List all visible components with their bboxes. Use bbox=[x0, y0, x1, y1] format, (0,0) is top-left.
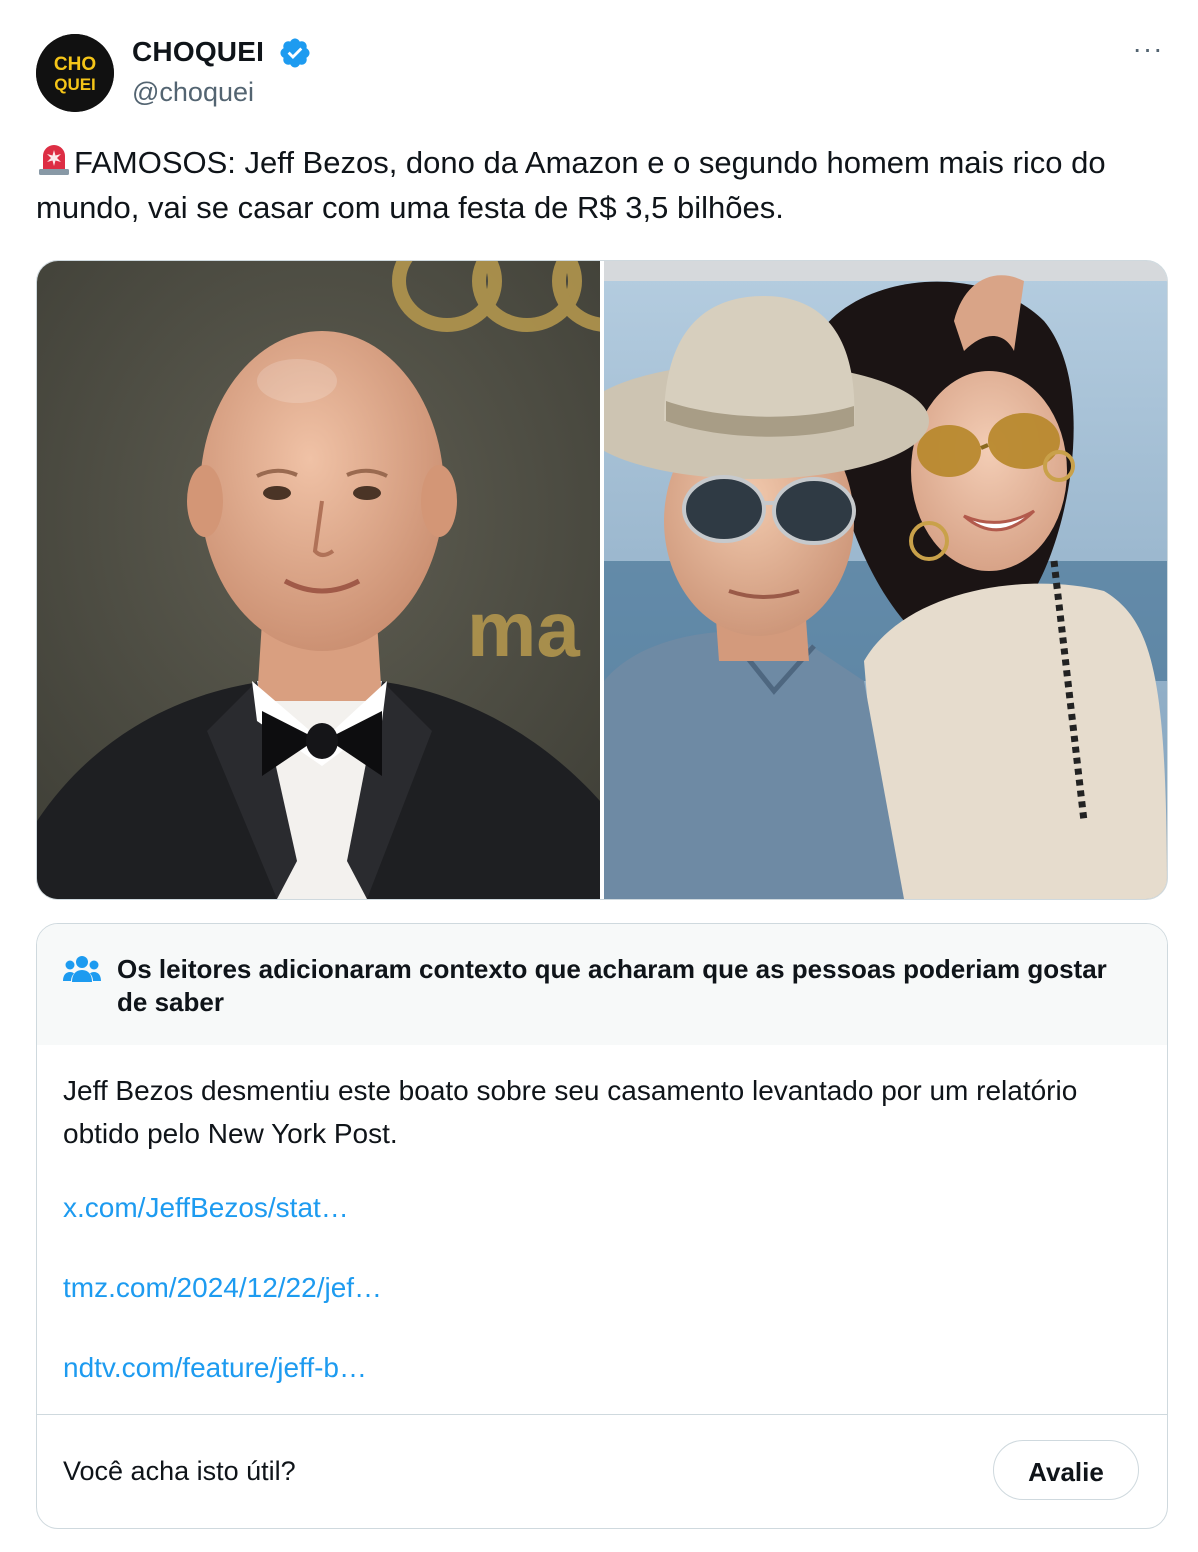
display-name[interactable]: CHOQUEI bbox=[132, 36, 264, 68]
choquei-logo: CHO QUEI bbox=[36, 34, 114, 112]
svg-text:QUEI: QUEI bbox=[54, 75, 96, 94]
community-note-header: Os leitores adicionaram contexto que ach… bbox=[37, 924, 1167, 1045]
avatar[interactable]: CHO QUEI bbox=[36, 34, 114, 112]
note-divider bbox=[37, 1414, 1167, 1415]
svg-text:CHO: CHO bbox=[54, 54, 96, 75]
community-note-body: Jeff Bezos desmentiu este boato sobre se… bbox=[63, 1075, 1078, 1149]
helpful-question: Você acha isto útil? bbox=[63, 1456, 296, 1486]
tweet-text-content: FAMOSOS: Jeff Bezos, dono da Amazon e o … bbox=[36, 145, 1106, 225]
people-icon bbox=[63, 956, 101, 982]
siren-emoji-icon bbox=[39, 145, 69, 175]
photo-bezos-couple-selfie-image bbox=[604, 261, 1167, 899]
note-link-tmz[interactable]: tmz.com/2024/12/22/jef… bbox=[63, 1272, 382, 1304]
more-options-icon[interactable]: ··· bbox=[1128, 34, 1168, 64]
photo-bezos-portrait-image: ma bbox=[37, 261, 600, 899]
verified-badge-icon[interactable] bbox=[278, 36, 312, 70]
community-note-title: Os leitores adicionaram contexto que ach… bbox=[117, 954, 1107, 1017]
photo-bezos-couple-selfie[interactable] bbox=[604, 261, 1167, 899]
svg-text:ma: ma bbox=[467, 585, 580, 673]
media-grid: ma bbox=[36, 260, 1168, 900]
note-link-ndtv[interactable]: ndtv.com/feature/jeff-b… bbox=[63, 1352, 367, 1384]
community-note: Os leitores adicionaram contexto que ach… bbox=[36, 923, 1168, 1529]
rate-button[interactable]: Avalie bbox=[993, 1440, 1139, 1500]
note-link-x[interactable]: x.com/JeffBezos/stat… bbox=[63, 1192, 349, 1224]
photo-bezos-portrait[interactable]: ma bbox=[37, 261, 600, 899]
handle[interactable]: @choquei bbox=[132, 77, 254, 108]
tweet-text: FAMOSOS: Jeff Bezos, dono da Amazon e o … bbox=[36, 140, 1156, 230]
